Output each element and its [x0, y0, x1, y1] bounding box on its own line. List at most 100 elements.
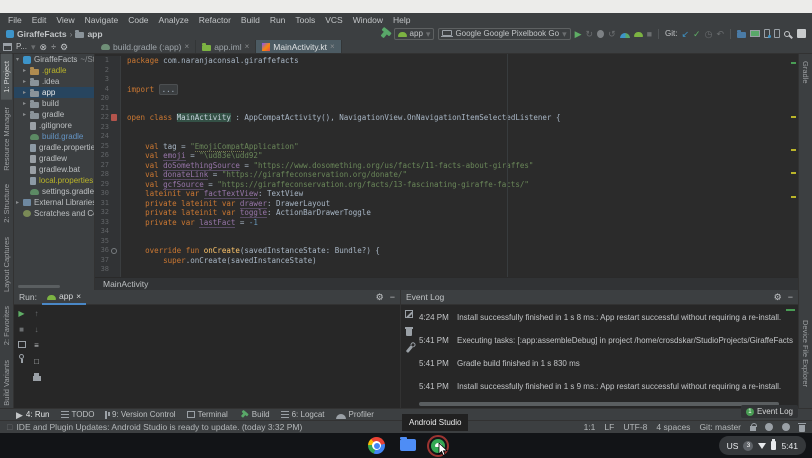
menu-view[interactable]: View [51, 15, 79, 25]
update-notification-icon[interactable]: □ [7, 422, 12, 432]
toolwindow-stripe-resource-manager[interactable]: Resource Manager [1, 100, 12, 178]
device-select[interactable]: Google Google Pixelbook Go ▾ [438, 28, 570, 40]
run-button[interactable]: ▶ [575, 29, 582, 39]
soft-wrap-icon[interactable]: ≡ [34, 341, 39, 351]
expand-arrow-icon[interactable]: ▸ [23, 78, 30, 85]
run-config-select[interactable]: app ▾ [394, 28, 435, 40]
menu-refactor[interactable]: Refactor [194, 15, 236, 25]
menu-analyze[interactable]: Analyze [154, 15, 194, 25]
menu-vcs[interactable]: VCS [320, 15, 347, 25]
up-stack-trace-icon[interactable]: ↑ [35, 309, 39, 319]
project-structure-icon[interactable] [797, 29, 806, 38]
indent-setting[interactable]: 4 spaces [656, 422, 690, 432]
toolwindow-button-todo[interactable]: TODO [61, 410, 95, 420]
stop-icon[interactable]: ■ [647, 29, 652, 39]
expand-arrow-icon[interactable]: ▾ [16, 56, 23, 63]
tree-item-build-gradle[interactable]: build.gradle [14, 131, 94, 142]
expand-arrow-icon[interactable]: ▸ [23, 67, 30, 74]
toolwindow-stripe-layout-captures[interactable]: Layout Captures [1, 230, 12, 299]
highlighting-level-icon[interactable] [765, 423, 773, 431]
expand-arrow-icon[interactable]: ▸ [16, 199, 23, 206]
build-hammer-icon[interactable] [380, 29, 389, 38]
breadcrumb-app[interactable]: app [87, 29, 102, 39]
coverage-icon[interactable]: ↺ [608, 29, 616, 39]
gear-icon[interactable]: ⚙ [376, 292, 384, 302]
expand-arrow-icon[interactable]: ▸ [23, 111, 30, 118]
tree-item-local-properties[interactable]: local.properties [14, 175, 94, 186]
mark-all-read-icon[interactable] [405, 310, 413, 318]
expand-arrow-icon[interactable]: ▸ [23, 89, 30, 96]
tree-item-gradle[interactable]: ▸gradle [14, 109, 94, 120]
menu-code[interactable]: Code [123, 15, 153, 25]
toolwindow-stripe-1-project[interactable]: 1: Project [1, 54, 12, 100]
close-icon[interactable]: × [185, 42, 190, 51]
inspections-icon[interactable] [782, 423, 790, 431]
tree-item-build[interactable]: ▸build [14, 98, 94, 109]
minimize-icon[interactable]: − [788, 292, 793, 302]
settings-wrench-icon[interactable] [405, 345, 412, 353]
chrome-icon[interactable] [368, 437, 385, 454]
toolwindow-button-6-logcat[interactable]: 6: Logcat [281, 410, 325, 420]
close-icon[interactable]: × [76, 291, 81, 301]
tab-build-gradle[interactable]: build.gradle (:app) × [95, 40, 196, 53]
gear-icon[interactable]: ⚙ [774, 292, 782, 302]
device-manager-icon[interactable] [634, 32, 643, 37]
system-tray[interactable]: US 3 5:41 [719, 436, 806, 455]
tree-item-app[interactable]: ▸app [14, 87, 94, 98]
tree-item-idea[interactable]: ▸.idea [14, 76, 94, 87]
error-stripe-mark[interactable] [791, 149, 796, 151]
commit-icon[interactable]: ✓ [693, 29, 701, 39]
tree-item-external-libraries[interactable]: ▸External Libraries [14, 197, 94, 208]
layout-inspector-icon[interactable] [750, 30, 760, 37]
clear-log-icon[interactable] [406, 329, 412, 336]
code-area[interactable]: package com.naranjaconsal.giraffefactsim… [122, 56, 798, 277]
error-stripe-mark[interactable] [791, 62, 796, 64]
code-editor[interactable]: 1234202122232425262728293031323334353637… [95, 54, 798, 277]
toolwindow-stripe-2-favorites[interactable]: 2: Favorites [1, 299, 12, 352]
tree-item-gitignore[interactable]: .gitignore [14, 120, 94, 131]
toolwindow-button-terminal[interactable]: Terminal [187, 410, 228, 420]
run-tab-app[interactable]: app × [42, 290, 86, 305]
breadcrumb-class[interactable]: MainActivity [103, 279, 148, 289]
toolwindow-stripe-build-variants[interactable]: Build Variants [1, 353, 12, 413]
close-icon[interactable]: × [245, 42, 250, 51]
toolwindow-stripe-gradle[interactable]: Gradle [800, 54, 811, 91]
tree-item-gradle-properties[interactable]: gradle.properties [14, 142, 94, 153]
gear-icon[interactable]: ⚙ [60, 42, 68, 52]
files-app-icon[interactable] [400, 439, 416, 451]
menu-run[interactable]: Run [265, 15, 291, 25]
apply-changes-icon[interactable]: ↻ [586, 29, 594, 39]
toolwindow-button-9-version-control[interactable]: 9: Version Control [105, 410, 175, 420]
pin-tab-icon[interactable] [19, 354, 24, 359]
search-icon[interactable] [784, 31, 790, 37]
minimize-icon[interactable]: − [390, 292, 395, 302]
menu-help[interactable]: Help [388, 15, 415, 25]
tree-item-scratches-and-consoles[interactable]: Scratches and Consoles [14, 208, 94, 219]
print-icon[interactable] [33, 376, 41, 381]
project-view-selector[interactable]: P... [16, 42, 27, 51]
menu-build[interactable]: Build [236, 15, 265, 25]
toolwindow-button-profiler[interactable]: Profiler [336, 410, 374, 420]
menu-edit[interactable]: Edit [27, 15, 52, 25]
debug-icon[interactable] [597, 30, 604, 38]
error-stripe-mark[interactable] [791, 172, 796, 174]
toolwindow-button-4-run[interactable]: ▶4: Run [16, 410, 50, 420]
menu-file[interactable]: File [3, 15, 27, 25]
read-only-lock-icon[interactable] [750, 426, 756, 431]
revert-icon[interactable]: ↶ [716, 29, 724, 39]
hide-panel-icon[interactable]: ⊗ [40, 42, 48, 52]
sdk-manager-icon[interactable] [774, 29, 780, 38]
tree-item-settings-gradle[interactable]: settings.gradle [14, 186, 94, 197]
tree-item-gradle[interactable]: ▸.gradle [14, 65, 94, 76]
rerun-button[interactable]: ▶ [18, 309, 24, 319]
sync-gradle-icon[interactable] [737, 32, 746, 38]
history-icon[interactable]: ◷ [705, 29, 713, 39]
toolwindow-stripe-2-structure[interactable]: 2: Structure [1, 177, 12, 230]
profiler-icon[interactable] [620, 33, 630, 38]
encoding[interactable]: UTF-8 [623, 422, 647, 432]
tab-mainactivity[interactable]: MainActivity.kt × [256, 40, 341, 53]
close-icon[interactable]: × [330, 42, 335, 51]
menu-window[interactable]: Window [348, 15, 388, 25]
tree-item-giraffefacts[interactable]: ▾GiraffeFacts~/St [14, 54, 94, 65]
line-ending[interactable]: LF [604, 422, 614, 432]
